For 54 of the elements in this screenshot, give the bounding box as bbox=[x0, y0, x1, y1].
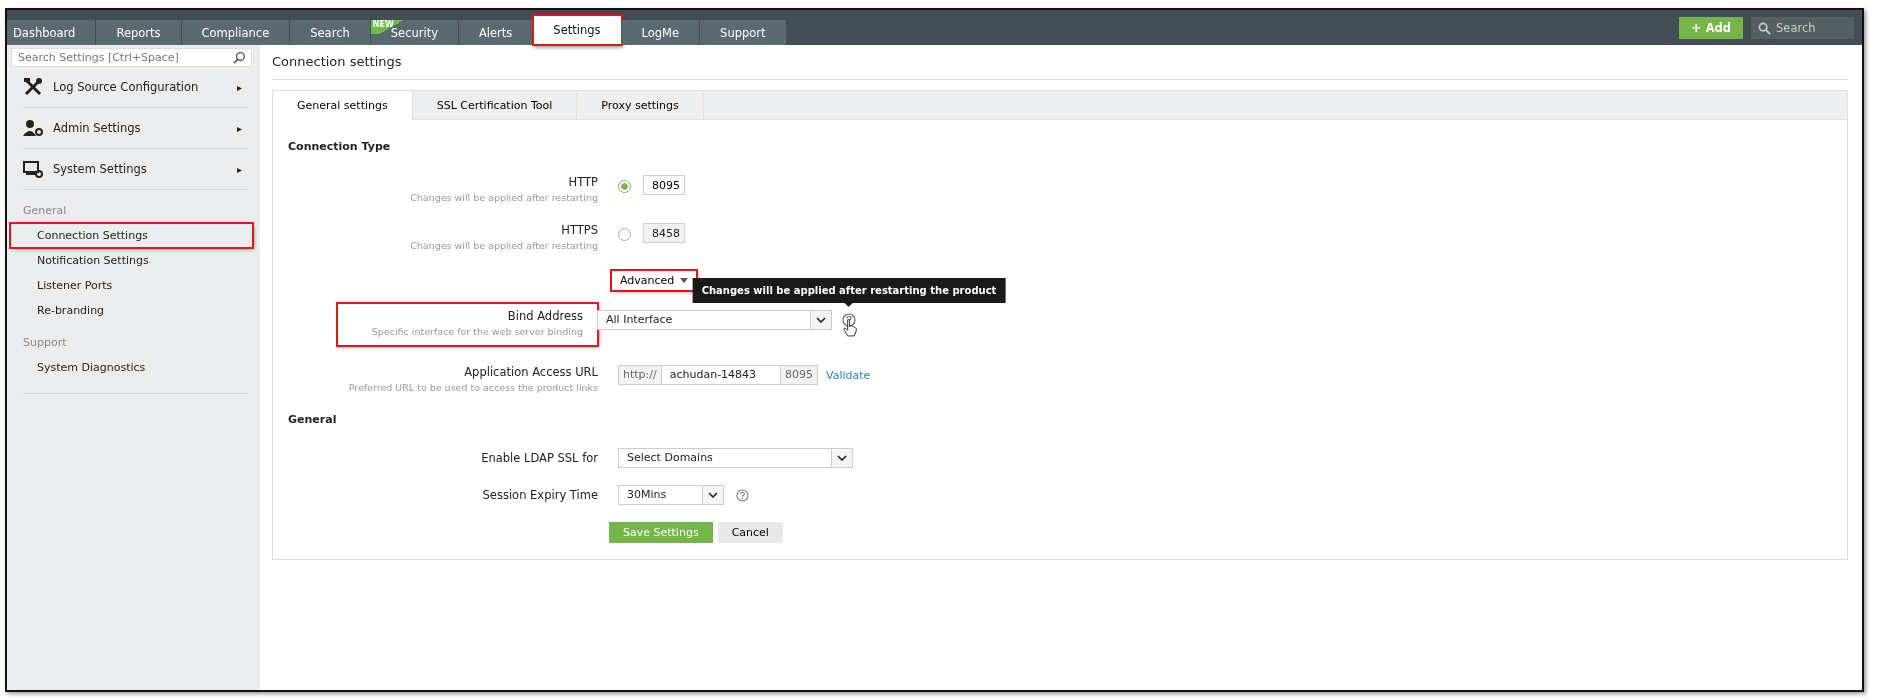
field-label: Session Expiry Time bbox=[482, 488, 598, 502]
tools-icon bbox=[23, 77, 43, 97]
chevron-down-icon bbox=[708, 492, 718, 498]
nav-tab[interactable]: Dashboard bbox=[7, 20, 97, 45]
field-hint: Changes will be applied after restarting bbox=[410, 192, 598, 203]
user-gear-icon bbox=[23, 118, 43, 138]
nav-tab[interactable]: Support bbox=[700, 20, 787, 45]
sidebar-menu-item[interactable]: System Settings ▸ bbox=[23, 149, 248, 190]
ldap-dropdown[interactable]: Select Domains bbox=[618, 448, 853, 468]
settings-search-field[interactable]: Search Settings [Ctrl+Space] bbox=[11, 48, 252, 67]
field-label: Application Access URL bbox=[464, 365, 598, 379]
nav-tab[interactable]: Search bbox=[290, 20, 371, 45]
search-icon bbox=[233, 51, 246, 64]
field-hint: Changes will be applied after restarting bbox=[410, 240, 598, 251]
page-tab[interactable]: General settings bbox=[273, 91, 413, 120]
validate-link[interactable]: Validate bbox=[826, 368, 871, 382]
chevron-down-icon bbox=[837, 455, 847, 461]
session-expiry-dropdown[interactable]: 30Mins bbox=[618, 485, 724, 505]
nav-tab[interactable]: LogMe bbox=[621, 20, 701, 45]
url-field[interactable]: http:// achudan-14843 8095 bbox=[618, 365, 818, 385]
field-label: Enable LDAP SSL for bbox=[481, 451, 598, 465]
sidebar-link[interactable]: System Diagnostics bbox=[11, 356, 252, 379]
advanced-toggle[interactable]: Advanced bbox=[612, 271, 697, 290]
sidebar-link[interactable]: Connection Settings bbox=[11, 224, 252, 247]
nav-tab[interactable]: Alerts bbox=[459, 20, 534, 45]
sidebar-link[interactable]: Notification Settings bbox=[11, 249, 252, 272]
help-icon[interactable] bbox=[842, 313, 856, 327]
field-label: HTTPS bbox=[561, 223, 598, 237]
sidebar-link[interactable]: Listener Ports bbox=[11, 274, 252, 297]
sidebar-menu-item[interactable]: Log Source Configuration ▸ bbox=[23, 67, 248, 108]
sidebar-menu-item[interactable]: Admin Settings ▸ bbox=[23, 108, 248, 149]
section-heading: General bbox=[288, 413, 338, 426]
bind-address-dropdown[interactable]: All Interface bbox=[597, 310, 832, 330]
caret-icon bbox=[680, 278, 689, 283]
port-field[interactable]: 8095 bbox=[643, 175, 685, 195]
radio-button[interactable] bbox=[618, 179, 631, 193]
hand-cursor-icon bbox=[843, 318, 858, 337]
nav-tab[interactable]: Settings bbox=[533, 15, 622, 45]
sidebar-link[interactable]: Re-branding bbox=[11, 299, 252, 322]
field-hint: Specific interface for the web server binding bbox=[371, 326, 583, 337]
sidebar-heading: General bbox=[22, 203, 68, 219]
search-field[interactable]: Search bbox=[1751, 16, 1854, 39]
page-title: Connection settings bbox=[272, 45, 1848, 80]
section-heading: Connection Type bbox=[288, 140, 392, 153]
sidebar-heading: Support bbox=[22, 335, 68, 351]
search-icon bbox=[1758, 21, 1771, 35]
chevron-down-icon bbox=[816, 317, 826, 323]
field-hint: Preferred URL to be used to access the product links bbox=[348, 382, 598, 393]
monitor-gear-icon bbox=[23, 159, 43, 179]
nav-tab[interactable]: Reports bbox=[96, 20, 182, 45]
field-label: HTTP bbox=[568, 175, 598, 189]
field-label: Bind Address bbox=[507, 309, 583, 323]
nav-tab[interactable]: Compliance bbox=[181, 20, 291, 45]
cancel-button[interactable]: Cancel bbox=[717, 522, 783, 543]
